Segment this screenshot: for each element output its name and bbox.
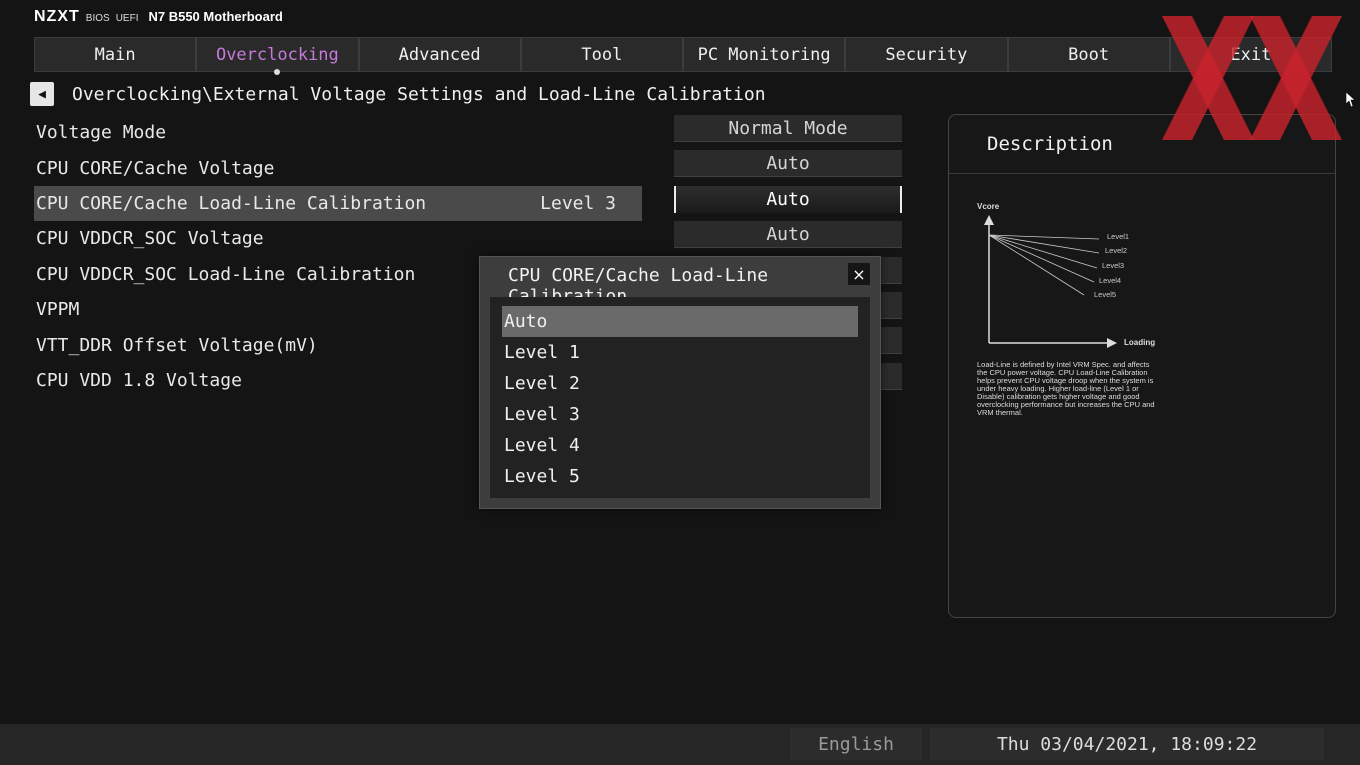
setting-cpu-core-cache-llc[interactable]: CPU CORE/Cache Load-Line Calibration Lev…: [34, 185, 642, 222]
language-selector[interactable]: English: [790, 728, 922, 760]
option-level-5[interactable]: Level 5: [502, 461, 858, 492]
loading-axis-label: Loading: [1124, 338, 1155, 347]
main-tab-bar: Main Overclocking Advanced Tool PC Monit…: [34, 37, 1332, 72]
setting-label: CPU CORE/Cache Load-Line Calibration: [36, 192, 427, 214]
mouse-cursor-icon: [1346, 92, 1356, 108]
tab-boot[interactable]: Boot: [1007, 37, 1170, 72]
motherboard-model: N7 B550 Motherboard: [148, 9, 283, 24]
setting-voltage-mode[interactable]: Voltage Mode: [34, 115, 642, 150]
level3-label: Level3: [1102, 261, 1124, 270]
close-icon[interactable]: ×: [848, 263, 870, 285]
nzxt-logo: NZXT: [34, 8, 80, 25]
option-auto[interactable]: Auto: [502, 306, 858, 337]
setting-current-value: Level 3: [540, 192, 616, 214]
setting-label: VTT_DDR Offset Voltage(mV): [36, 334, 318, 356]
breadcrumb: Overclocking\External Voltage Settings a…: [72, 84, 766, 105]
option-list: Auto Level 1 Level 2 Level 3 Level 4 Lev…: [490, 297, 870, 498]
setting-label: CPU VDDCR_SOC Load-Line Calibration: [36, 263, 416, 285]
setting-label: CPU VDDCR_SOC Voltage: [36, 228, 264, 250]
date-time: Thu 03/04/2021, 18:09:22: [930, 728, 1324, 760]
setting-label: Voltage Mode: [36, 122, 167, 144]
back-button[interactable]: ◀: [30, 82, 54, 106]
vcore-axis-label: Vcore: [977, 202, 1000, 211]
setting-label: CPU CORE/Cache Voltage: [36, 157, 275, 179]
description-text: Load-Line is defined by Intel VRM Spec. …: [977, 360, 1155, 417]
cpu-core-llc-select[interactable]: Auto: [674, 185, 902, 213]
llc-diagram: Vcore Loading Level1 Level2 Level3 Level…: [977, 202, 1155, 348]
level4-label: Level4: [1099, 276, 1121, 285]
tab-pc-monitoring[interactable]: PC Monitoring: [683, 37, 846, 72]
tab-overclocking[interactable]: Overclocking: [196, 37, 359, 72]
bios-label: BIOS: [85, 13, 110, 24]
setting-label: CPU VDD 1.8 Voltage: [36, 369, 242, 391]
tab-advanced[interactable]: Advanced: [358, 37, 521, 72]
option-level-4[interactable]: Level 4: [502, 430, 858, 461]
vddcr-soc-voltage-select[interactable]: Auto: [674, 221, 902, 249]
setting-cpu-core-cache-voltage[interactable]: CPU CORE/Cache Voltage: [34, 150, 642, 185]
cpu-core-voltage-select[interactable]: Auto: [674, 150, 902, 178]
tab-security[interactable]: Security: [845, 37, 1008, 72]
watermark-logo: [1162, 16, 1342, 140]
option-level-2[interactable]: Level 2: [502, 368, 858, 399]
brand-header: NZXT BIOS UEFI N7 B550 Motherboard: [34, 8, 283, 30]
description-panel: Description Vcore Loading Level1 Level2 …: [948, 114, 1336, 618]
level2-label: Level2: [1105, 246, 1127, 255]
back-arrow-icon: ◀: [38, 86, 46, 102]
setting-label: VPPM: [36, 299, 80, 321]
level1-label: Level1: [1107, 232, 1129, 241]
option-level-3[interactable]: Level 3: [502, 399, 858, 430]
tab-main[interactable]: Main: [34, 37, 197, 72]
setting-cpu-vddcr-soc-voltage[interactable]: CPU VDDCR_SOC Voltage: [34, 221, 642, 256]
tab-tool[interactable]: Tool: [520, 37, 683, 72]
uefi-label: UEFI: [115, 13, 139, 24]
option-level-1[interactable]: Level 1: [502, 337, 858, 368]
llc-select-dialog: CPU CORE/Cache Load-Line Calibration × A…: [479, 256, 881, 509]
voltage-mode-select[interactable]: Normal Mode: [674, 115, 902, 142]
level5-label: Level5: [1094, 290, 1116, 299]
